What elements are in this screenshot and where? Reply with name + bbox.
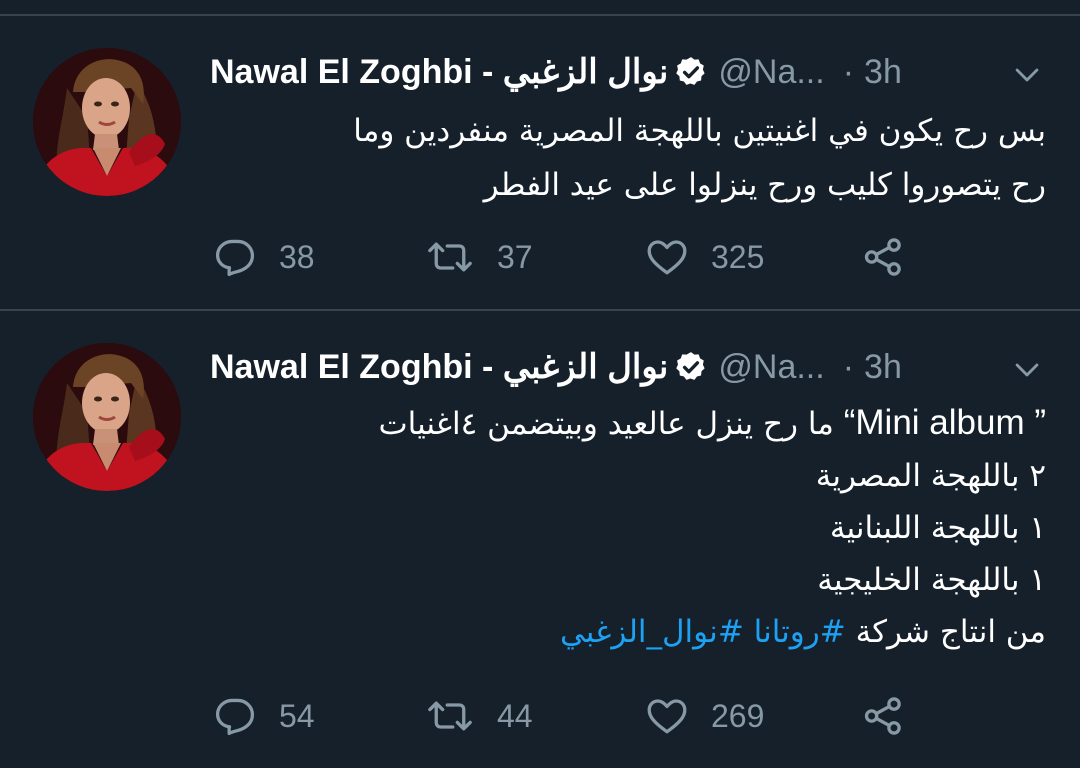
tweet-text-space	[744, 614, 754, 650]
share-icon	[861, 235, 905, 279]
chevron-down-icon[interactable]	[1010, 353, 1044, 387]
separator-dot: ·	[842, 347, 855, 386]
tweet-text-line: من انتاج شركة #روتانا #نوال_الزغبي	[210, 606, 1046, 658]
author-handle[interactable]: @Na...	[718, 348, 824, 387]
share-button[interactable]	[861, 232, 905, 282]
tweet-text: بس رح يكون في اغنيتين باللهجة المصرية من…	[210, 104, 1046, 212]
hashtag-link[interactable]: #روتانا	[754, 614, 846, 650]
tweet-actions: 38 37 325	[213, 232, 913, 282]
tweet-header: Nawal El Zoghbi - نوال الزغبي @Na... · 3…	[210, 50, 1050, 94]
tweet-timestamp[interactable]: 3h	[864, 53, 902, 92]
hashtag-link[interactable]: #نوال_الزغبي	[560, 614, 744, 650]
chevron-down-icon[interactable]	[1010, 58, 1044, 92]
reply-button[interactable]: 54	[213, 691, 315, 741]
verified-icon	[674, 55, 708, 89]
retweet-count: 44	[497, 697, 533, 734]
tweet-text-line: ١ باللهجة الخليجية	[817, 562, 1046, 598]
tweet-text-line: بس رح يكون في اغنيتين باللهجة المصرية من…	[353, 113, 1046, 149]
like-count: 269	[711, 697, 765, 734]
like-button[interactable]: 325	[645, 232, 764, 282]
author-handle[interactable]: @Na...	[718, 53, 824, 92]
share-icon	[861, 694, 905, 738]
retweet-icon	[425, 694, 475, 738]
tweet-timestamp[interactable]: 3h	[864, 348, 902, 387]
tweet-text-line: ٢ باللهجة المصرية	[815, 458, 1046, 494]
tweet-actions: 54 44 269	[213, 691, 913, 741]
reply-icon	[213, 694, 257, 738]
verified-icon	[674, 350, 708, 384]
like-button[interactable]: 269	[645, 691, 764, 741]
like-count: 325	[711, 238, 765, 275]
tweet-card[interactable]: Nawal El Zoghbi - نوال الزغبي @Na... · 3…	[0, 311, 1080, 768]
tweet-text-line: ١ باللهجة اللبنانية	[829, 510, 1046, 546]
share-button[interactable]	[861, 691, 905, 741]
retweet-icon	[425, 235, 475, 279]
reply-count: 38	[279, 238, 315, 275]
mini-album-quote: “Mini album ”	[843, 403, 1046, 442]
reply-icon	[213, 235, 257, 279]
like-icon	[645, 694, 689, 738]
tweet-text-line: “Mini album ” ما رح ينزل عالعيد وبيتضمن …	[210, 397, 1046, 450]
author-name[interactable]: Nawal El Zoghbi - نوال الزغبي	[210, 347, 668, 387]
retweet-count: 37	[497, 238, 533, 275]
separator-dot: ·	[842, 52, 855, 91]
retweet-button[interactable]: 37	[425, 232, 533, 282]
reply-button[interactable]: 38	[213, 232, 315, 282]
avatar[interactable]	[33, 48, 181, 196]
tweet-text-line: رح يتصوروا كليب ورح ينزلوا على عيد الفطر	[483, 167, 1046, 203]
tweet-text: “Mini album ” ما رح ينزل عالعيد وبيتضمن …	[210, 397, 1046, 658]
retweet-button[interactable]: 44	[425, 691, 533, 741]
reply-count: 54	[279, 697, 315, 734]
tweet-card[interactable]: Nawal El Zoghbi - نوال الزغبي @Na... · 3…	[0, 16, 1080, 309]
avatar[interactable]	[33, 343, 181, 491]
author-name[interactable]: Nawal El Zoghbi - نوال الزغبي	[210, 52, 668, 92]
tweet-text-segment: ما رح ينزل عالعيد وبيتضمن ٤اغنيات	[378, 406, 844, 442]
like-icon	[645, 235, 689, 279]
timeline-feed: Nawal El Zoghbi - نوال الزغبي @Na... · 3…	[0, 0, 1080, 768]
tweet-text-segment: من انتاج شركة	[845, 614, 1046, 650]
tweet-header: Nawal El Zoghbi - نوال الزغبي @Na... · 3…	[210, 345, 1050, 389]
